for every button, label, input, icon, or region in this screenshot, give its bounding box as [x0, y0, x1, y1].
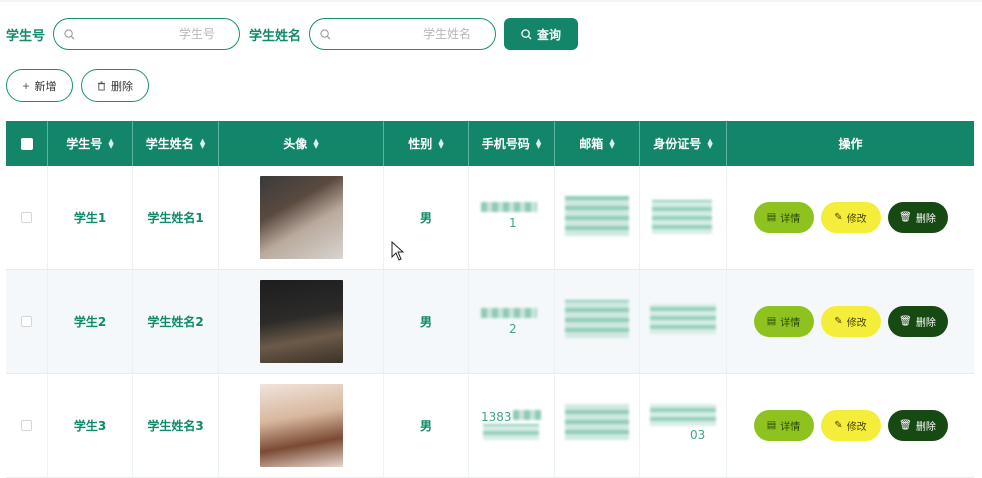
query-button[interactable]: 查询 [504, 18, 579, 50]
cell-phone: 1383 [469, 374, 555, 477]
student-table: 学生号 ▲ ▼ 学生姓名 ▲ ▼ 头像 ▲ ▼ 性别 ▲ ▼ 手机号码 ▲ ▼ 邮箱 ▲ ▼ 身份证号 ▲… [6, 121, 974, 478]
query-button-label: 查询 [537, 27, 562, 42]
header-id-number[interactable]: 身份证号 ▲ ▼ [640, 121, 727, 166]
student-name-label: 学生姓名 [249, 28, 302, 44]
row-checkbox[interactable] [21, 420, 32, 431]
cell-email [555, 374, 640, 477]
top-divider [0, 0, 982, 2]
sort-icon[interactable]: ▲ ▼ [200, 137, 205, 149]
cell-student-name: 学生姓名1 [133, 166, 219, 269]
header-operations: 操作 [838, 137, 863, 151]
student-no-input-wrap [53, 18, 241, 50]
edit-button[interactable]: ✎ 修改 [820, 202, 881, 233]
row-delete-button[interactable]: 🗑 删除 [887, 202, 948, 233]
cell-student-no: 学生3 [48, 374, 133, 477]
table-row: 学生2 学生姓名2 男 2 ▤ 详情 ✎ 修改 🗑 删除 [6, 270, 974, 374]
search-icon [64, 29, 75, 40]
cell-phone: 1 [469, 166, 555, 269]
pencil-icon: ✎ [834, 420, 843, 431]
add-button[interactable]: + 新增 [6, 69, 73, 102]
row-checkbox[interactable] [21, 212, 32, 223]
sort-icon[interactable]: ▲ ▼ [108, 137, 113, 149]
header-gender[interactable]: 性别 ▲ ▼ [384, 121, 469, 166]
header-email[interactable]: 邮箱 ▲ ▼ [555, 121, 640, 166]
cell-phone: 2 [469, 270, 555, 373]
search-bar: 学生号 学生姓名 查询 [6, 18, 579, 50]
sort-icon[interactable]: ▲ ▼ [536, 137, 541, 149]
add-button-label: 新增 [34, 80, 57, 93]
table-header: 学生号 ▲ ▼ 学生姓名 ▲ ▼ 头像 ▲ ▼ 性别 ▲ ▼ 手机号码 ▲ ▼ 邮箱 ▲ ▼ 身份证号 ▲… [6, 121, 974, 166]
pencil-icon: ✎ [834, 316, 843, 327]
table-row: 学生3 学生姓名3 男 1383 03 ▤ 详情 ✎ 修改 🗑 删除 [6, 374, 974, 478]
trash-icon [97, 81, 106, 90]
table-row: 学生1 学生姓名1 男 1 ▤ 详情 ✎ 修改 🗑 删除 [6, 166, 974, 270]
cell-student-name: 学生姓名2 [133, 270, 219, 373]
toolbar: + 新增 删除 [6, 69, 149, 102]
detail-button[interactable]: ▤ 详情 [753, 410, 814, 441]
student-name-input-wrap [309, 18, 497, 50]
delete-button-label: 删除 [111, 80, 133, 93]
student-name-input[interactable] [310, 19, 496, 49]
trash-icon: 🗑 [899, 316, 912, 327]
cell-id-number [640, 166, 727, 269]
cell-email [555, 270, 640, 373]
student-no-input[interactable] [54, 19, 240, 49]
row-delete-button[interactable]: 🗑 删除 [887, 410, 948, 441]
cell-id-number: 03 [640, 374, 727, 477]
phone-fragment: 2 [509, 322, 517, 336]
select-all-checkbox[interactable] [20, 137, 33, 150]
row-operations: ▤ 详情 ✎ 修改 🗑 删除 [753, 202, 948, 233]
sort-icon[interactable]: ▲ ▼ [313, 137, 318, 149]
header-student-no[interactable]: 学生号 ▲ ▼ [48, 121, 133, 166]
search-icon [521, 28, 532, 40]
document-icon: ▤ [766, 420, 777, 431]
cell-email [555, 166, 640, 269]
student-no-label: 学生号 [6, 28, 46, 44]
cell-gender: 男 [384, 374, 469, 477]
trash-icon: 🗑 [899, 420, 912, 431]
row-operations: ▤ 详情 ✎ 修改 🗑 删除 [753, 306, 948, 337]
header-student-name[interactable]: 学生姓名 ▲ ▼ [133, 121, 219, 166]
id-fragment: 03 [690, 428, 706, 442]
pencil-icon: ✎ [834, 212, 843, 223]
avatar [259, 384, 343, 467]
sort-icon[interactable]: ▲ ▼ [438, 137, 443, 149]
header-phone[interactable]: 手机号码 ▲ ▼ [469, 121, 555, 166]
detail-button[interactable]: ▤ 详情 [753, 202, 814, 233]
phone-fragment: 1383 [481, 410, 512, 424]
row-operations: ▤ 详情 ✎ 修改 🗑 删除 [753, 410, 948, 441]
document-icon: ▤ [766, 212, 777, 223]
sort-icon[interactable]: ▲ ▼ [609, 137, 614, 149]
plus-icon: + [22, 78, 30, 93]
mouse-cursor-icon [391, 241, 405, 261]
cell-student-no: 学生2 [48, 270, 133, 373]
sort-icon[interactable]: ▲ ▼ [707, 137, 712, 149]
phone-fragment: 1 [509, 216, 517, 230]
cell-student-no: 学生1 [48, 166, 133, 269]
document-icon: ▤ [766, 316, 777, 327]
row-delete-button[interactable]: 🗑 删除 [887, 306, 948, 337]
cell-gender: 男 [384, 270, 469, 373]
search-icon [320, 29, 331, 40]
delete-button[interactable]: 删除 [81, 69, 149, 102]
cell-student-name: 学生姓名3 [133, 374, 219, 477]
cell-id-number [640, 270, 727, 373]
avatar [259, 176, 343, 259]
detail-button[interactable]: ▤ 详情 [753, 306, 814, 337]
edit-button[interactable]: ✎ 修改 [820, 306, 881, 337]
edit-button[interactable]: ✎ 修改 [820, 410, 881, 441]
header-avatar[interactable]: 头像 ▲ ▼ [219, 121, 384, 166]
row-checkbox[interactable] [21, 316, 32, 327]
trash-icon: 🗑 [899, 212, 912, 223]
avatar [259, 280, 343, 363]
header-select-all[interactable] [6, 121, 48, 166]
